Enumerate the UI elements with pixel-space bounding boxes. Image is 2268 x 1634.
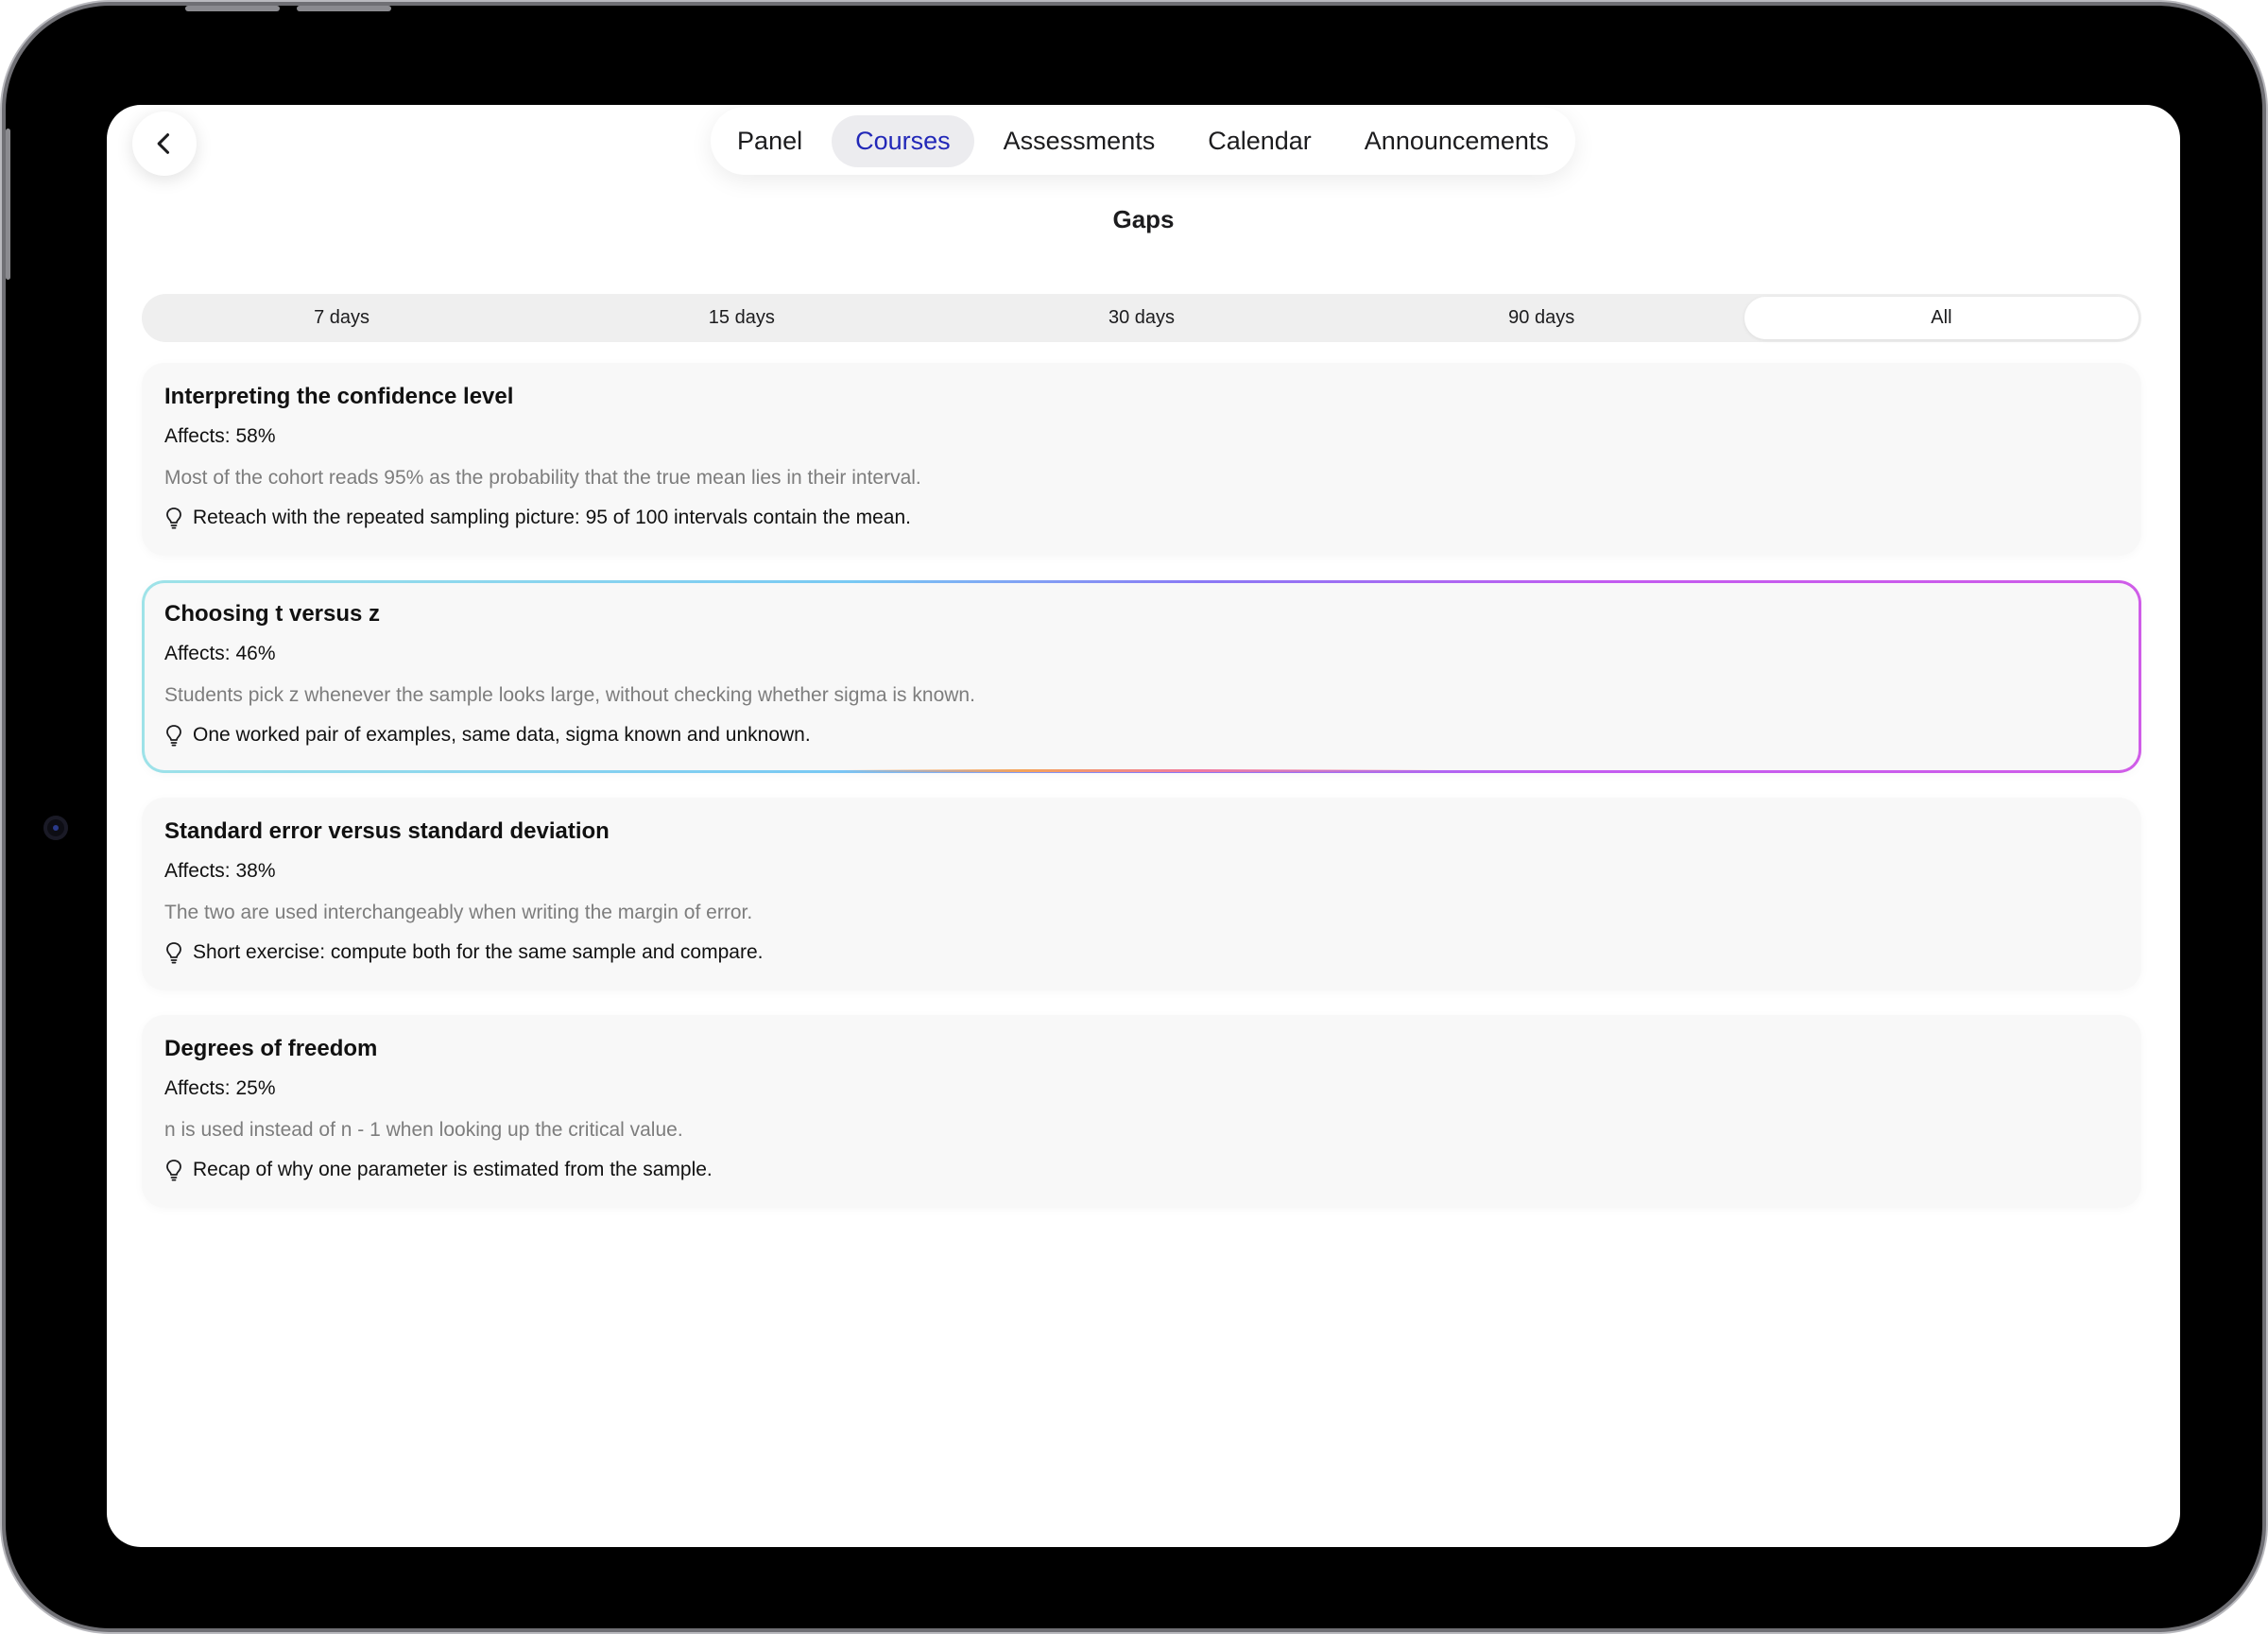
tab-announcements[interactable]: Announcements	[1341, 115, 1572, 167]
gap-affects: Affects: 38%	[164, 860, 276, 882]
gap-tip: Short exercise: compute both for the sam…	[164, 941, 2119, 964]
gap-card[interactable]: Standard error versus standard deviation…	[142, 798, 2141, 990]
gap-description: n is used instead of n - 1 when looking …	[164, 1119, 683, 1141]
top-tab-bar: Panel Courses Assessments Calendar Annou…	[711, 107, 1575, 175]
gap-tip-text: One worked pair of examples, same data, …	[193, 724, 811, 746]
gap-affects: Affects: 25%	[164, 1077, 276, 1099]
gap-tip-text: Reteach with the repeated sampling pictu…	[193, 507, 911, 528]
lightbulb-icon	[166, 725, 181, 747]
app-screen: Panel Courses Assessments Calendar Annou…	[107, 105, 2180, 1547]
back-button[interactable]	[132, 112, 197, 176]
range-option-7-days[interactable]: 7 days	[145, 297, 539, 339]
chevron-left-icon	[157, 133, 170, 154]
top-button	[297, 6, 391, 11]
gap-tip-text: Short exercise: compute both for the sam…	[193, 941, 764, 963]
gap-title: Standard error versus standard deviation	[164, 818, 610, 844]
tab-calendar[interactable]: Calendar	[1184, 115, 1335, 167]
gap-description: The two are used interchangeably when wr…	[164, 902, 753, 923]
tab-panel[interactable]: Panel	[713, 115, 826, 167]
gap-affects: Affects: 46%	[164, 643, 276, 664]
gap-tip: Recap of why one parameter is estimated …	[164, 1159, 2119, 1181]
gap-affects: Affects: 58%	[164, 425, 276, 447]
range-option-90-days[interactable]: 90 days	[1345, 297, 1739, 339]
lightbulb-icon	[166, 507, 181, 529]
tab-courses[interactable]: Courses	[832, 114, 974, 167]
gap-card[interactable]: Degrees of freedom Affects: 25% n is use…	[142, 1015, 2141, 1208]
time-range-segmented-control: 7 days 15 days 30 days 90 days All	[142, 294, 2141, 342]
range-option-all[interactable]: All	[1744, 297, 2139, 339]
gap-title: Interpreting the confidence level	[164, 384, 514, 409]
gap-tip-text: Recap of why one parameter is estimated …	[193, 1159, 713, 1180]
lightbulb-icon	[166, 1160, 181, 1181]
lightbulb-icon	[166, 942, 181, 964]
gap-description: Students pick z whenever the sample look…	[164, 684, 975, 706]
gap-title: Choosing t versus z	[164, 601, 381, 627]
range-option-15-days[interactable]: 15 days	[544, 297, 938, 339]
page-title: Gaps	[1112, 205, 1175, 233]
gap-tip: One worked pair of examples, same data, …	[164, 724, 2119, 747]
front-camera	[43, 816, 68, 840]
gap-tip: Reteach with the repeated sampling pictu…	[164, 507, 2119, 529]
gap-card[interactable]: Interpreting the confidence level Affect…	[142, 363, 2141, 556]
gap-card-highlighted[interactable]: Choosing t versus z Affects: 46% Student…	[142, 580, 2141, 773]
gap-title: Degrees of freedom	[164, 1036, 378, 1061]
side-button	[6, 129, 10, 280]
tab-assessments[interactable]: Assessments	[980, 115, 1179, 167]
tablet-frame: Panel Courses Assessments Calendar Annou…	[6, 6, 2262, 1628]
gap-description: Most of the cohort reads 95% as the prob…	[164, 467, 921, 489]
gap-list: Interpreting the confidence level Affect…	[142, 363, 2141, 1208]
top-button	[185, 6, 280, 11]
range-option-30-days[interactable]: 30 days	[944, 297, 1338, 339]
